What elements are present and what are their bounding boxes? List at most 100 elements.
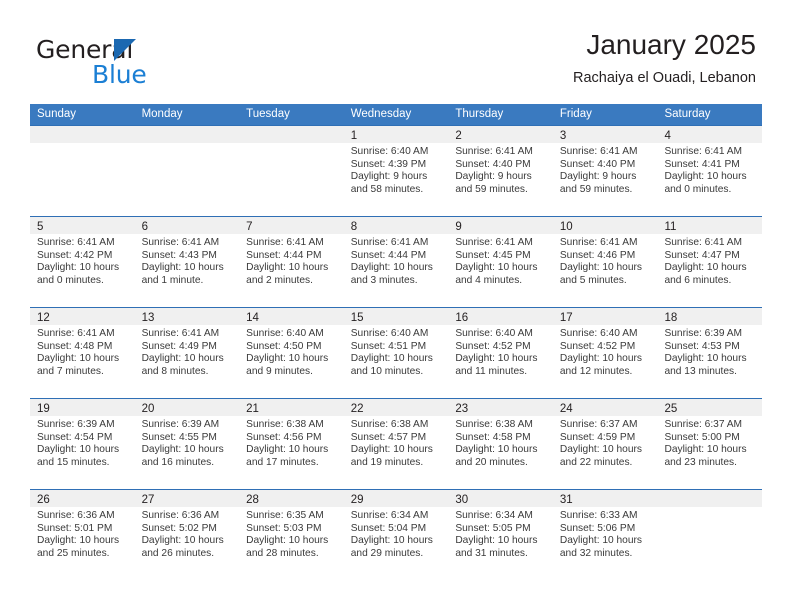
- day-number-band: 28: [239, 490, 344, 507]
- calendar-day-cell[interactable]: 28 Sunrise: 6:35 AM Sunset: 5:03 PM Dayl…: [239, 490, 344, 580]
- daylight-text-line1: Daylight: 9 hours: [559, 171, 637, 183]
- daylight-text-line2: and 4 minutes.: [455, 274, 523, 286]
- daylight-text-line2: and 9 minutes.: [246, 365, 313, 377]
- weekday-header-wednesday: Wednesday: [350, 108, 412, 120]
- calendar-day-cell[interactable]: 4 Sunrise: 6:41 AM Sunset: 4:41 PM Dayli…: [657, 126, 763, 216]
- calendar-day-cell[interactable]: 20 Sunrise: 6:39 AM Sunset: 4:55 PM Dayl…: [134, 399, 240, 489]
- weekday-header-monday: Monday: [141, 108, 183, 120]
- sunset-text: Sunset: 4:59 PM: [559, 431, 636, 443]
- sunrise-text: Sunrise: 6:38 AM: [350, 419, 429, 430]
- daylight-text-line1: Daylight: 10 hours: [455, 535, 538, 547]
- daylight-text-line1: Daylight: 10 hours: [559, 444, 643, 456]
- calendar-day-cell[interactable]: 12 Sunrise: 6:41 AM Sunset: 4:48 PM Dayl…: [30, 308, 135, 398]
- daylight-text-line2: and 58 minutes.: [350, 183, 424, 195]
- calendar-day-cell[interactable]: 1 Sunrise: 6:40 AM Sunset: 4:39 PM Dayli…: [343, 126, 449, 216]
- calendar-day-cell[interactable]: 14 Sunrise: 6:40 AM Sunset: 4:50 PM Dayl…: [239, 308, 344, 398]
- calendar-day-cell[interactable]: 3 Sunrise: 6:41 AM Sunset: 4:40 PM Dayli…: [552, 126, 658, 216]
- calendar-day-cell[interactable]: 19 Sunrise: 6:39 AM Sunset: 4:54 PM Dayl…: [30, 399, 135, 489]
- daylight-text-line1: Daylight: 10 hours: [37, 353, 120, 365]
- calendar-day-cell[interactable]: [239, 126, 344, 216]
- daylight-text-line1: Daylight: 10 hours: [350, 535, 433, 547]
- calendar-day-cell[interactable]: 5 Sunrise: 6:41 AM Sunset: 4:42 PM Dayli…: [30, 217, 135, 307]
- calendar-day-cell[interactable]: 25 Sunrise: 6:37 AM Sunset: 5:00 PM Dayl…: [657, 399, 763, 489]
- day-number: 28: [246, 494, 259, 506]
- weekday-header-tuesday: Tuesday: [246, 108, 290, 120]
- sunrise-text: Sunrise: 6:40 AM: [246, 328, 324, 339]
- day-details: Sunrise: 6:38 AM Sunset: 4:58 PM Dayligh…: [448, 416, 553, 469]
- day-details: [657, 507, 762, 510]
- sunrise-text: Sunrise: 6:41 AM: [350, 237, 429, 248]
- day-number-band: 10: [552, 217, 658, 234]
- calendar-day-cell[interactable]: 8 Sunrise: 6:41 AM Sunset: 4:44 PM Dayli…: [343, 217, 449, 307]
- calendar-day-cell[interactable]: 21 Sunrise: 6:38 AM Sunset: 4:56 PM Dayl…: [239, 399, 344, 489]
- calendar-day-cell[interactable]: 31 Sunrise: 6:33 AM Sunset: 5:06 PM Dayl…: [552, 490, 658, 580]
- sunset-text: Sunset: 4:51 PM: [350, 340, 427, 352]
- sunset-text: Sunset: 4:58 PM: [455, 431, 531, 443]
- sunrise-text: Sunrise: 6:33 AM: [559, 510, 638, 521]
- sunset-text: Sunset: 5:06 PM: [559, 522, 636, 534]
- daylight-text-line2: and 26 minutes.: [141, 547, 215, 559]
- calendar-day-cell[interactable]: 15 Sunrise: 6:40 AM Sunset: 4:51 PM Dayl…: [343, 308, 449, 398]
- sunrise-text: Sunrise: 6:34 AM: [350, 510, 429, 521]
- day-number: 7: [246, 221, 253, 233]
- calendar-day-cell[interactable]: [30, 126, 135, 216]
- calendar-day-cell[interactable]: 18 Sunrise: 6:39 AM Sunset: 4:53 PM Dayl…: [657, 308, 763, 398]
- calendar-day-cell[interactable]: 11 Sunrise: 6:41 AM Sunset: 4:47 PM Dayl…: [657, 217, 763, 307]
- day-details: [135, 143, 240, 146]
- daylight-text-line2: and 3 minutes.: [350, 274, 418, 286]
- daylight-text-line1: Daylight: 10 hours: [141, 444, 224, 456]
- calendar-day-cell[interactable]: [134, 126, 240, 216]
- calendar-page: General Blue January 2025 Rachaiya el Ou…: [0, 0, 792, 612]
- day-number: 18: [664, 312, 678, 324]
- daylight-text-line2: and 5 minutes.: [559, 274, 627, 286]
- calendar-day-cell[interactable]: 2 Sunrise: 6:41 AM Sunset: 4:40 PM Dayli…: [448, 126, 553, 216]
- calendar-day-cell[interactable]: 30 Sunrise: 6:34 AM Sunset: 5:05 PM Dayl…: [448, 490, 553, 580]
- calendar-day-cell[interactable]: 13 Sunrise: 6:41 AM Sunset: 4:49 PM Dayl…: [134, 308, 240, 398]
- generalblue-logo: General Blue: [36, 36, 236, 92]
- calendar-day-cell[interactable]: 16 Sunrise: 6:40 AM Sunset: 4:52 PM Dayl…: [448, 308, 553, 398]
- day-number: 11: [664, 221, 677, 233]
- day-number: 16: [455, 312, 469, 324]
- calendar-day-cell[interactable]: 27 Sunrise: 6:36 AM Sunset: 5:02 PM Dayl…: [134, 490, 240, 580]
- sunrise-text: Sunrise: 6:40 AM: [559, 328, 638, 339]
- calendar-day-cell[interactable]: [657, 490, 763, 580]
- sunset-text: Sunset: 4:48 PM: [37, 340, 113, 352]
- sunset-text: Sunset: 4:52 PM: [455, 340, 531, 352]
- day-number: 20: [141, 403, 155, 415]
- calendar-day-cell[interactable]: 23 Sunrise: 6:38 AM Sunset: 4:58 PM Dayl…: [448, 399, 553, 489]
- daylight-text-line1: Daylight: 10 hours: [141, 353, 224, 365]
- calendar-day-cell[interactable]: 7 Sunrise: 6:41 AM Sunset: 4:44 PM Dayli…: [239, 217, 344, 307]
- day-number: 29: [350, 494, 364, 506]
- daylight-text-line1: Daylight: 10 hours: [664, 353, 747, 365]
- calendar-day-cell[interactable]: 24 Sunrise: 6:37 AM Sunset: 4:59 PM Dayl…: [552, 399, 658, 489]
- sunset-text: Sunset: 5:03 PM: [246, 522, 322, 534]
- day-number: 13: [141, 312, 155, 324]
- calendar-day-cell[interactable]: 22 Sunrise: 6:38 AM Sunset: 4:57 PM Dayl…: [343, 399, 449, 489]
- calendar-day-cell[interactable]: 26 Sunrise: 6:36 AM Sunset: 5:01 PM Dayl…: [30, 490, 135, 580]
- page-subtitle: Rachaiya el Ouadi, Lebanon: [573, 70, 756, 86]
- daylight-text-line2: and 59 minutes.: [559, 183, 633, 195]
- day-number-band: 16: [448, 308, 553, 325]
- calendar-day-cell[interactable]: 17 Sunrise: 6:40 AM Sunset: 4:52 PM Dayl…: [552, 308, 658, 398]
- day-details: Sunrise: 6:41 AM Sunset: 4:44 PM Dayligh…: [344, 234, 449, 287]
- sunset-text: Sunset: 5:02 PM: [141, 522, 217, 534]
- calendar-day-cell[interactable]: 10 Sunrise: 6:41 AM Sunset: 4:46 PM Dayl…: [552, 217, 658, 307]
- daylight-text-line1: Daylight: 10 hours: [559, 262, 643, 274]
- daylight-text-line2: and 2 minutes.: [246, 274, 313, 286]
- calendar-day-cell[interactable]: 6 Sunrise: 6:41 AM Sunset: 4:43 PM Dayli…: [134, 217, 240, 307]
- sunset-text: Sunset: 5:05 PM: [455, 522, 531, 534]
- daylight-text-line2: and 32 minutes.: [559, 547, 633, 559]
- calendar-day-cell[interactable]: 9 Sunrise: 6:41 AM Sunset: 4:45 PM Dayli…: [448, 217, 553, 307]
- day-number: 19: [37, 403, 50, 415]
- weekday-header-friday: Friday: [559, 108, 592, 120]
- sunset-text: Sunset: 4:45 PM: [455, 249, 531, 261]
- daylight-text-line1: Daylight: 9 hours: [455, 171, 532, 183]
- day-number: 15: [350, 312, 364, 324]
- day-details: Sunrise: 6:41 AM Sunset: 4:40 PM Dayligh…: [448, 143, 553, 196]
- day-number-band: 12: [30, 308, 135, 325]
- sunset-text: Sunset: 5:04 PM: [350, 522, 427, 534]
- daylight-text-line1: Daylight: 10 hours: [37, 262, 120, 274]
- calendar-day-cell[interactable]: 29 Sunrise: 6:34 AM Sunset: 5:04 PM Dayl…: [343, 490, 449, 580]
- day-details: Sunrise: 6:39 AM Sunset: 4:54 PM Dayligh…: [30, 416, 135, 469]
- day-number-band: 7: [239, 217, 344, 234]
